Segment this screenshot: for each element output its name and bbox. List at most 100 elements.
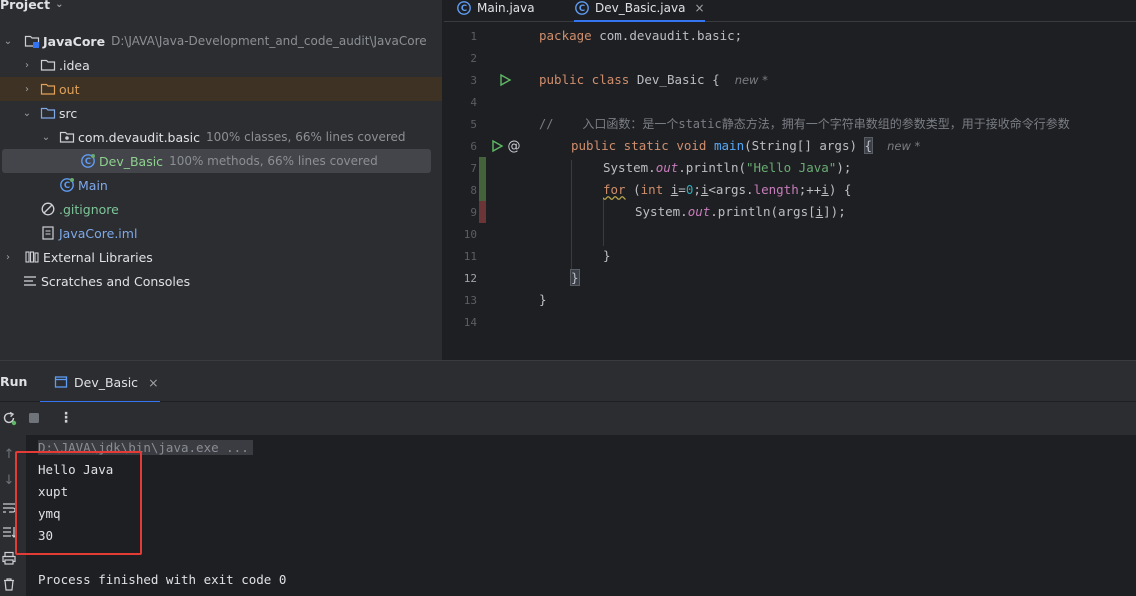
code-editor[interactable]: C Main.java C Dev_Basic.java × 1 2 3 4 5… <box>444 0 1136 360</box>
svg-text:C: C <box>64 181 70 191</box>
annotation-at-icon[interactable]: @ <box>506 138 522 154</box>
coverage-covered-marker <box>479 179 486 201</box>
libraries-icon <box>24 249 40 265</box>
run-toolbar: ⋮ <box>0 402 1136 435</box>
author-hint: new * <box>887 139 921 153</box>
line-number: 9 <box>470 206 477 219</box>
code-line-11: } <box>603 248 611 263</box>
tree-item-dev-basic[interactable]: C Dev_Basic 100% methods, 66% lines cove… <box>2 149 431 173</box>
svg-text:C: C <box>461 4 467 14</box>
code-line-7: System.out.println("Hello Java"); <box>603 160 852 175</box>
coverage-uncovered-marker <box>479 201 486 223</box>
tree-label: JavaCore.iml <box>59 225 138 241</box>
red-annotation-box <box>15 451 142 555</box>
more-options-icon[interactable]: ⋮ <box>57 409 75 427</box>
code-line-12: } <box>570 269 580 286</box>
coverage-hint: 100% classes, 66% lines covered <box>206 130 406 144</box>
chevron-down-icon[interactable]: ⌄ <box>55 0 63 10</box>
tree-item-external-libraries[interactable]: › External Libraries <box>0 245 442 269</box>
console-output[interactable]: D:\JAVA\jdk\bin\java.exe ... Hello Java … <box>26 435 1136 596</box>
run-tab-dev-basic[interactable]: Dev_Basic × <box>40 361 160 403</box>
stop-icon[interactable] <box>25 409 43 427</box>
tree-label: com.devaudit.basic <box>78 129 201 145</box>
project-tool-window: Project ⌄ ⌄ JavaCore D:\JAVA\Java-Develo… <box>0 0 443 360</box>
line-number-current: 12 <box>463 272 477 285</box>
indent-guide <box>603 198 604 246</box>
close-run-tab-icon[interactable]: × <box>148 375 158 390</box>
tab-main-java[interactable]: C Main.java <box>456 0 535 22</box>
editor-tab-bar: C Main.java C Dev_Basic.java × <box>444 0 1136 22</box>
expanded-arrow-icon[interactable]: ⌄ <box>40 132 52 143</box>
java-class-icon: C <box>59 177 75 193</box>
line-number: 11 <box>463 250 477 263</box>
source-folder-icon <box>40 105 56 121</box>
tree-label: .gitignore <box>59 201 119 217</box>
scratches-icon <box>22 273 38 289</box>
project-title-label: Project <box>0 0 51 12</box>
tree-item-package[interactable]: ⌄ com.devaudit.basic 100% classes, 66% l… <box>0 125 442 149</box>
line-number: 2 <box>470 52 477 65</box>
tree-label: out <box>59 81 80 97</box>
tree-label: .idea <box>59 57 90 73</box>
tree-item-main[interactable]: C Main <box>0 173 442 197</box>
expanded-arrow-icon[interactable]: ⌄ <box>21 108 33 119</box>
rerun-icon[interactable] <box>0 409 18 427</box>
tree-item-idea[interactable]: › .idea <box>0 53 442 77</box>
line-number: 1 <box>470 30 477 43</box>
run-tool-window-header: Run Dev_Basic × <box>0 360 1136 403</box>
tree-item-gitignore[interactable]: .gitignore <box>0 197 442 221</box>
tree-path-hint: D:\JAVA\Java-Development_and_code_audit\… <box>111 34 427 48</box>
svg-text:C: C <box>85 157 91 167</box>
line-number: 4 <box>470 96 477 109</box>
line-number: 14 <box>463 316 477 329</box>
code-line-5-comment: // 入口函数：是一个static静态方法，拥有一个字符串数组的参数类型，用于接… <box>539 117 1070 131</box>
line-number: 13 <box>463 294 477 307</box>
tree-item-scratches[interactable]: Scratches and Consoles <box>0 269 442 293</box>
trash-icon[interactable] <box>0 575 18 593</box>
line-number: 8 <box>470 184 477 197</box>
line-number: 5 <box>470 118 477 131</box>
line-number: 10 <box>463 228 477 241</box>
expanded-arrow-icon[interactable]: ⌄ <box>2 36 14 47</box>
tree-label: Dev_Basic <box>99 153 164 169</box>
run-tab-label: Dev_Basic <box>74 374 139 390</box>
java-class-icon: C <box>456 0 472 16</box>
code-line-6: public static void main(String[] args) {… <box>571 137 921 154</box>
line-number: 7 <box>470 162 477 175</box>
collapsed-arrow-icon[interactable]: › <box>2 252 14 263</box>
folder-icon <box>40 57 56 73</box>
tree-label: External Libraries <box>43 249 153 265</box>
code-line-13: } <box>539 292 547 307</box>
coverage-covered-marker <box>479 157 486 179</box>
java-class-icon: C <box>574 0 590 16</box>
tree-label: JavaCore <box>43 33 106 49</box>
tree-item-javacore-iml[interactable]: JavaCore.iml <box>0 221 442 245</box>
iml-file-icon <box>40 225 56 241</box>
coverage-hint: 100% methods, 66% lines covered <box>169 154 378 168</box>
excluded-folder-icon <box>40 81 56 97</box>
code-line-3: public class Dev_Basic { new * <box>539 72 768 87</box>
tree-label: Scratches and Consoles <box>41 273 191 289</box>
code-line-1: package com.devaudit.basic; <box>539 28 743 43</box>
collapsed-arrow-icon[interactable]: › <box>21 60 33 71</box>
line-number: 6 <box>470 140 477 153</box>
tree-label: Main <box>78 177 108 193</box>
tree-item-out[interactable]: › out <box>0 77 442 101</box>
tab-label: Dev_Basic.java <box>595 1 686 15</box>
java-class-icon: C <box>80 153 96 169</box>
tree-label: src <box>59 105 78 121</box>
gitignore-icon <box>40 201 56 217</box>
run-class-icon[interactable] <box>497 72 513 88</box>
close-tab-icon[interactable]: × <box>694 1 704 15</box>
tab-dev-basic-java[interactable]: C Dev_Basic.java × <box>574 0 705 22</box>
tree-item-src[interactable]: ⌄ src <box>0 101 442 125</box>
project-panel-title[interactable]: Project ⌄ <box>0 0 63 14</box>
code-line-8: for (int i=0;i<args.length;++i) { <box>603 182 852 197</box>
tree-item-javacore[interactable]: ⌄ JavaCore D:\JAVA\Java-Development_and_… <box>0 29 442 53</box>
author-hint: new * <box>734 73 768 87</box>
indent-guide <box>571 160 572 270</box>
run-main-icon[interactable] <box>489 138 505 154</box>
collapsed-arrow-icon[interactable]: › <box>21 84 33 95</box>
code-line-9: System.out.println(args[i]); <box>635 204 846 219</box>
tab-label: Main.java <box>477 1 535 15</box>
